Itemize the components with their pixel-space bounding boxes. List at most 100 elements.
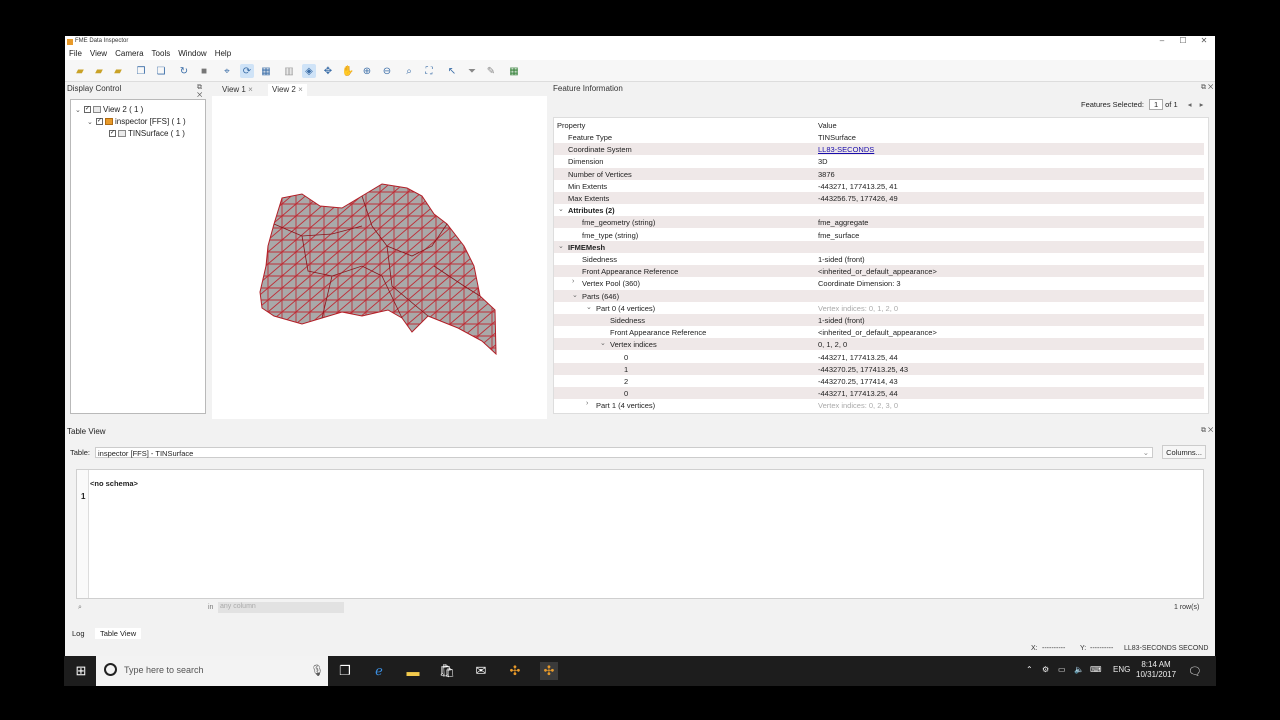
column-header[interactable]: <no schema> (90, 479, 138, 488)
tree-item-inspector[interactable]: ⌄ ✓ inspector [FFS] ( 1 ) (87, 117, 186, 126)
show-hidden-icons[interactable]: ⌃ (1026, 665, 1033, 674)
task-view-icon[interactable]: ❐ (336, 662, 354, 680)
taskbar-search[interactable]: Type here to search 🎙 (96, 656, 328, 686)
table-row[interactable]: › Part 1 (4 vertices) Vertex indices: 0, 2… (554, 399, 1204, 411)
table-select[interactable]: inspector [FFS] - TINSurface ⌄ (95, 447, 1153, 458)
zoom-in-icon[interactable]: ⊕ (360, 64, 374, 78)
table-row[interactable]: Front Appearance Reference <inherited_or_… (554, 326, 1204, 338)
checkbox-icon[interactable]: ✓ (84, 106, 91, 113)
checkbox-icon[interactable]: ✓ (109, 130, 116, 137)
language-indicator[interactable]: ENG (1113, 665, 1130, 674)
table-row[interactable]: fme_geometry (string) fme_aggregate (554, 216, 1204, 229)
columns-button[interactable]: Columns... (1162, 445, 1206, 459)
table-row[interactable]: fme_type (string) fme_surface (554, 229, 1204, 241)
tab-view2[interactable]: View 2 × (268, 84, 307, 96)
tab-view1[interactable]: View 1 × (218, 84, 257, 96)
table-row[interactable]: ⌄ Part 0 (4 vertices) Vertex indices: 0, 1… (554, 302, 1204, 314)
copy-icon[interactable]: ❐ (134, 64, 148, 78)
measure-icon[interactable]: ✎ (484, 64, 498, 78)
microphone-icon[interactable]: 🎙 (310, 664, 324, 677)
zoom-out-icon[interactable]: ⊖ (380, 64, 394, 78)
minimize-button[interactable]: – (1152, 36, 1172, 45)
table-grid[interactable]: 1 <no schema> (76, 469, 1204, 599)
dock-float-icon[interactable]: ⧉ ✕ (1201, 84, 1213, 92)
grid-icon[interactable]: ▦ (507, 64, 521, 78)
chevron-down-icon[interactable]: ⌄ (600, 339, 606, 347)
value-cell[interactable]: LL83-SECONDS (818, 145, 874, 154)
tree-item-view2[interactable]: ⌄ ✓ View 2 ( 1 ) (75, 105, 143, 114)
table-row[interactable]: Number of Vertices 3876 (554, 167, 1204, 180)
menu-view[interactable]: View (86, 47, 111, 58)
table-row[interactable]: ⌄ Parts (646) (554, 289, 1204, 302)
feature-index-input[interactable]: 1 (1149, 99, 1164, 110)
mail-icon[interactable]: ✉ (472, 662, 490, 680)
network-icon[interactable]: ⚙ (1042, 665, 1049, 674)
add-dataset-icon[interactable]: ▰ (111, 64, 125, 78)
chevron-down-icon[interactable]: ⌄ (75, 106, 82, 114)
table-row[interactable]: Front Appearance Reference <inherited_or_… (554, 265, 1204, 278)
3d-viewport[interactable] (212, 96, 547, 419)
menu-camera[interactable]: Camera (111, 47, 147, 58)
menu-file[interactable]: File (65, 47, 86, 58)
filter-icon[interactable]: ⏷ (465, 64, 479, 78)
close-button[interactable]: ✕ (1194, 36, 1214, 45)
search-input[interactable] (90, 602, 200, 613)
store-icon[interactable]: 🛍 (438, 662, 456, 680)
maximize-button[interactable]: ☐ (1173, 36, 1193, 45)
search-scope-select[interactable]: any column (218, 602, 344, 613)
chevron-right-icon[interactable]: › (586, 400, 588, 407)
table-row[interactable]: 2 -443270.25, 177414, 43 (554, 375, 1204, 387)
orbit-icon[interactable]: ⟳ (240, 64, 254, 78)
menu-help[interactable]: Help (211, 47, 235, 58)
table-row[interactable]: Min Extents -443271, 177413.25, 41 (554, 180, 1204, 192)
clock[interactable]: 8:14 AM 10/31/2017 (1136, 660, 1176, 680)
menu-tools[interactable]: Tools (148, 47, 175, 58)
pan-icon[interactable]: ✥ (321, 64, 335, 78)
table-row[interactable]: Dimension 3D (554, 155, 1204, 167)
volume-icon[interactable]: 🔈 (1074, 665, 1084, 674)
edge-icon[interactable]: ℯ (370, 662, 388, 680)
prev-feature-icon[interactable]: ◂ (1188, 100, 1192, 109)
open-dataset-icon[interactable]: ▰ (92, 64, 106, 78)
refresh-icon[interactable]: ↻ (177, 64, 191, 78)
stop-icon[interactable]: ■ (197, 64, 211, 78)
table-row[interactable]: Feature Type TINSurface (554, 131, 1204, 143)
tab-table-view[interactable]: Table View (95, 628, 142, 639)
fme-workbench-icon[interactable]: ✣ (506, 662, 524, 680)
row-number[interactable]: 1 (81, 492, 85, 501)
chevron-down-icon[interactable]: ⌄ (558, 242, 564, 250)
keyboard-icon[interactable]: ⌨ (1090, 665, 1102, 674)
chevron-down-icon[interactable]: ⌄ (87, 118, 94, 126)
close-icon[interactable]: × (248, 85, 253, 94)
tab-log[interactable]: Log (67, 628, 90, 639)
dock-float-icon[interactable]: ⧉ ✕ (1201, 427, 1213, 435)
select-icon[interactable]: ⌖ (220, 64, 234, 78)
split-icon[interactable]: ▥ (282, 64, 296, 78)
chevron-right-icon[interactable]: › (572, 278, 574, 285)
table-row[interactable]: 0 -443271, 177413.25, 44 (554, 387, 1204, 400)
table-row[interactable]: Coordinate System LL83-SECONDS (554, 143, 1204, 156)
table-row[interactable]: Max Extents -443256.75, 177426, 49 (554, 192, 1204, 204)
next-feature-icon[interactable]: ▸ (1200, 100, 1204, 109)
file-explorer-icon[interactable]: ▬ (404, 662, 422, 680)
zoom-to-icon[interactable]: ⌕ (402, 64, 416, 78)
chevron-down-icon[interactable]: ⌄ (572, 291, 578, 299)
windows-start-icon[interactable]: ⊞ (72, 662, 90, 680)
table-row[interactable]: ⌄ IFMEMesh (554, 240, 1204, 253)
zoom-extent-icon[interactable]: ⛶ (422, 64, 436, 78)
table-row[interactable]: 0 -443271, 177413.25, 44 (554, 351, 1204, 363)
close-icon[interactable]: × (298, 85, 303, 94)
hand-icon[interactable]: ✋ (341, 64, 355, 78)
table-row[interactable]: 1 -443270.25, 177413.25, 43 (554, 362, 1204, 375)
open-folder-icon[interactable]: ▰ (73, 64, 87, 78)
chevron-down-icon[interactable]: ⌄ (558, 205, 564, 213)
tree-item-tinsurface[interactable]: ✓ TINSurface ( 1 ) (109, 129, 185, 138)
chevron-down-icon[interactable]: ⌄ (586, 303, 592, 311)
paste-icon[interactable]: ❏ (154, 64, 168, 78)
table-row[interactable]: › Vertex Pool (360) Coordinate Dimension: … (554, 277, 1204, 289)
table-row[interactable]: ⌄ Vertex indices 0, 1, 2, 0 (554, 338, 1204, 351)
select-arrow-icon[interactable]: ↖ (445, 64, 459, 78)
dock-float-icon[interactable]: ⧉ ✕ (197, 84, 209, 100)
battery-icon[interactable]: ▭ (1058, 665, 1066, 674)
select-active-icon[interactable]: ◈ (302, 64, 316, 78)
